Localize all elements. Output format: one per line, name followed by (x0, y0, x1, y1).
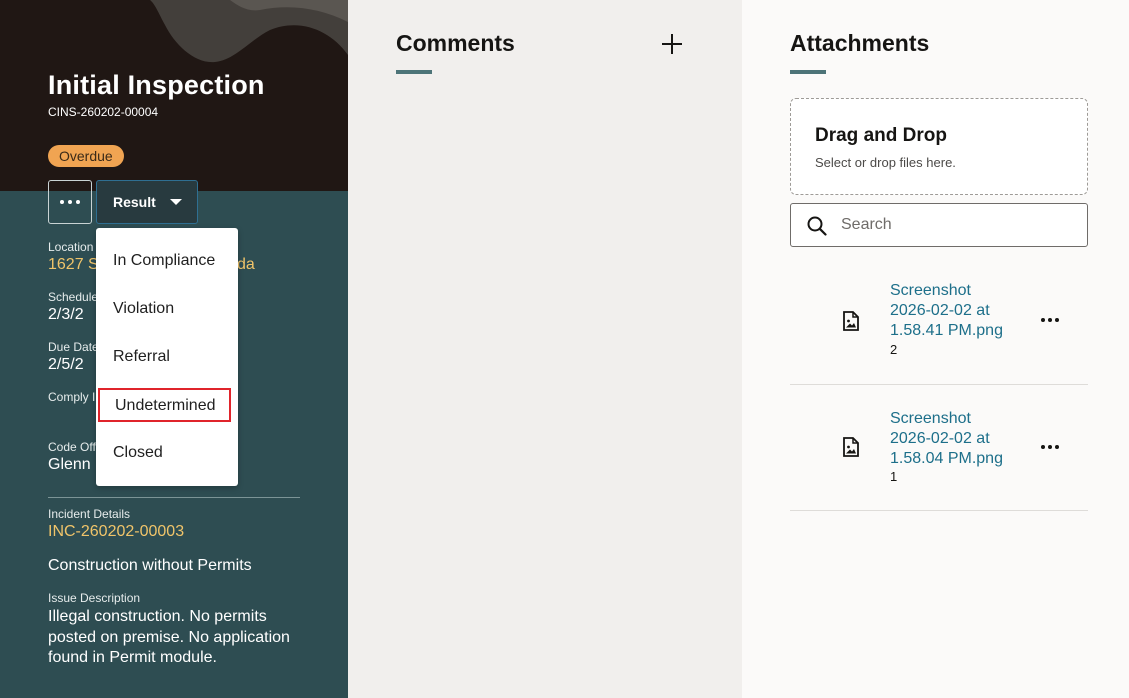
comments-underline (396, 70, 432, 74)
incident-link[interactable]: INC-260202-00003 (48, 523, 184, 541)
location-link[interactable]: 1627 S (48, 256, 99, 274)
comply-label: Comply I (48, 390, 96, 404)
code-officer-value: Glenn (48, 456, 91, 473)
more-icon (60, 200, 64, 204)
scheduled-value: 2/3/2 (48, 306, 84, 323)
due-date-label: Due Date (48, 340, 99, 354)
more-icon (1041, 445, 1045, 449)
result-menu-button[interactable]: Result (96, 180, 198, 224)
attachments-underline (790, 70, 826, 74)
page-title: Initial Inspection (48, 70, 265, 100)
search-input[interactable] (841, 204, 1071, 246)
dropzone-title: Drag and Drop (815, 125, 947, 146)
scheduled-label: Schedule (48, 290, 99, 304)
attachment-link[interactable]: Screenshot 2026-02-02 at 1.58.41 PM.png (890, 281, 1030, 341)
due-date-value: 2/5/2 (48, 356, 84, 373)
image-file-icon (843, 437, 859, 457)
menu-item-closed[interactable]: Closed (96, 433, 238, 473)
attachment-item: Screenshot 2026-02-02 at 1.58.41 PM.png … (790, 280, 1088, 384)
result-dropdown-menu: In Compliance Violation Referral Undeter… (96, 228, 238, 486)
menu-item-violation[interactable]: Violation (96, 289, 238, 329)
attachment-search (790, 203, 1088, 247)
menu-item-undetermined[interactable]: Undetermined (98, 388, 231, 422)
menu-item-in-compliance[interactable]: In Compliance (96, 241, 238, 281)
issue-description: Illegal construction. No permits posted … (48, 608, 290, 666)
location-label: Location (48, 240, 94, 254)
result-button-label: Result (113, 194, 156, 210)
more-icon (1041, 318, 1045, 322)
comments-panel (348, 0, 742, 698)
file-dropzone[interactable]: Drag and Drop Select or drop files here. (790, 98, 1088, 195)
incident-details-label: Incident Details (48, 507, 131, 521)
record-id: CINS-260202-00004 (48, 105, 159, 119)
code-officer-label: Code Off (48, 440, 96, 454)
attachment-count: 2 (890, 342, 898, 357)
attachment-more-button[interactable] (1038, 435, 1062, 459)
location-link-tail[interactable]: da (237, 256, 255, 274)
add-comment-button[interactable] (660, 32, 684, 56)
attachment-link[interactable]: Screenshot 2026-02-02 at 1.58.04 PM.png (890, 409, 1030, 469)
incident-type: Construction without Permits (48, 557, 252, 574)
status-badge: Overdue (48, 145, 124, 167)
attachment-divider (790, 384, 1088, 385)
search-icon (807, 216, 827, 236)
comments-title: Comments (396, 30, 515, 56)
chevron-down-icon (169, 199, 182, 205)
image-file-icon (843, 311, 859, 331)
attachment-count: 1 (890, 469, 898, 484)
attachment-item: Screenshot 2026-02-02 at 1.58.04 PM.png … (790, 408, 1088, 510)
menu-item-referral[interactable]: Referral (96, 337, 238, 377)
issue-description-label: Issue Description (48, 591, 141, 605)
attachment-divider (790, 510, 1088, 511)
more-actions-button[interactable] (48, 180, 92, 224)
dropzone-subtitle: Select or drop files here. (815, 155, 956, 170)
section-divider (48, 497, 300, 498)
attachment-more-button[interactable] (1038, 308, 1062, 332)
attachments-title: Attachments (790, 30, 930, 56)
